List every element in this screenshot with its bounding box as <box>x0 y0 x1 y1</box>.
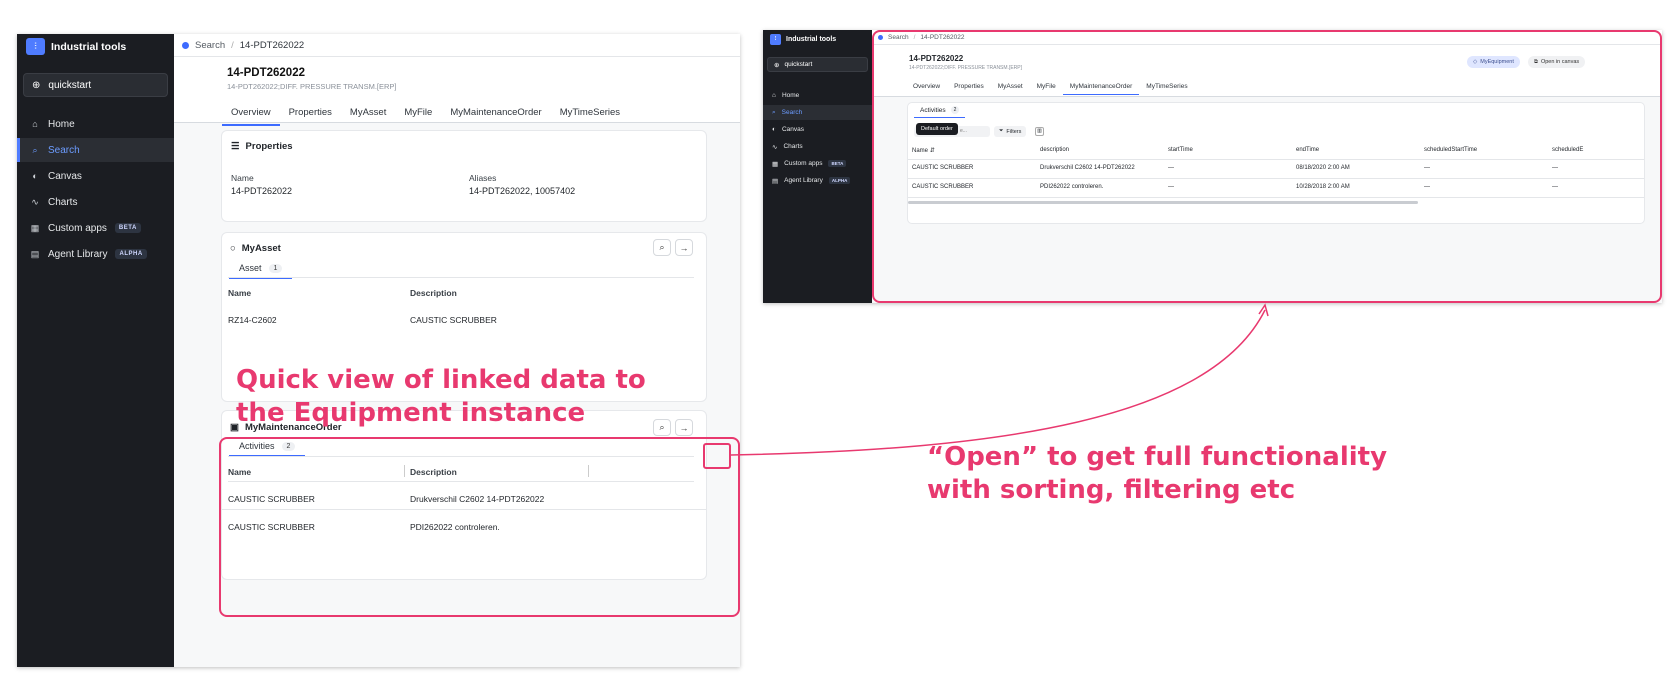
open-annotation: “Open” to get full functionality with so… <box>927 442 1388 505</box>
connector-arrow <box>730 303 1269 456</box>
